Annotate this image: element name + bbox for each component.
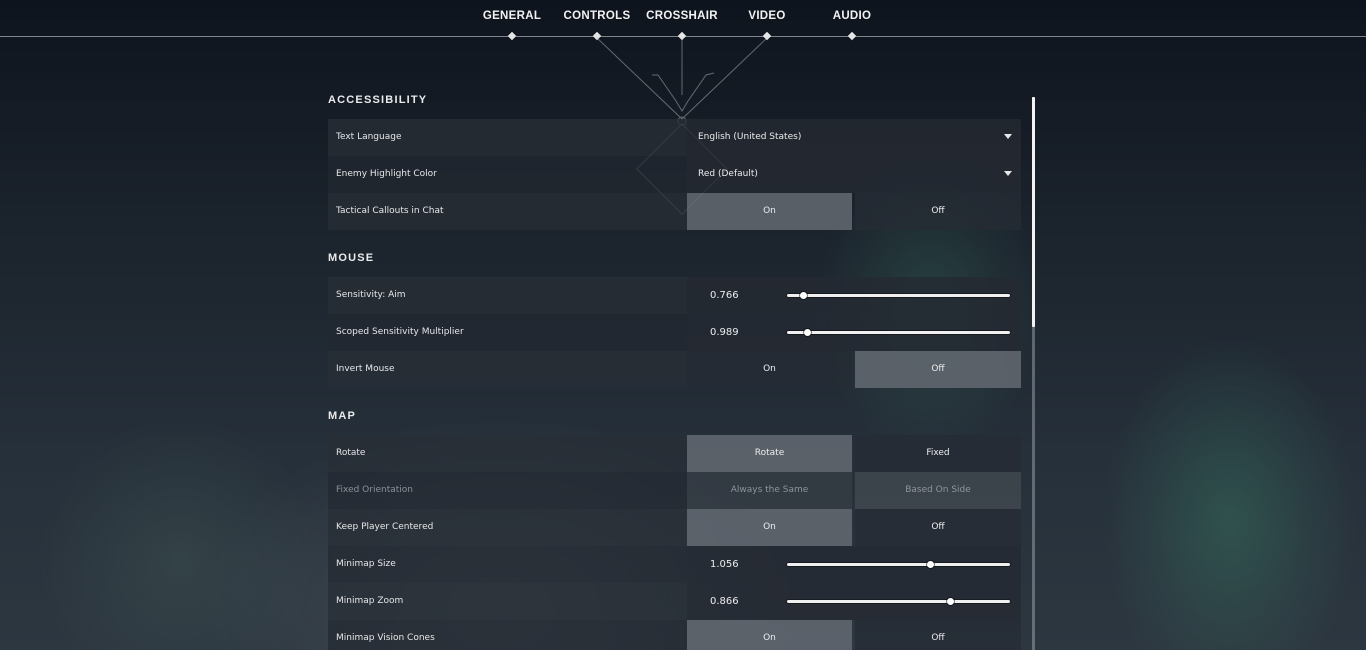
setting-label: Invert Mouse xyxy=(328,351,687,388)
vision-cones-off-button[interactable]: Off xyxy=(855,620,1021,650)
slider-thumb[interactable] xyxy=(926,561,934,568)
setting-label: Scoped Sensitivity Multiplier xyxy=(328,314,687,351)
dropdown-value: English (United States) xyxy=(698,132,802,142)
dropdown-value: Red (Default) xyxy=(698,169,758,179)
section-title-mouse: MOUSE xyxy=(328,252,375,264)
vision-cones-on-button[interactable]: On xyxy=(687,620,852,650)
keep-centered-on-button[interactable]: On xyxy=(687,509,852,546)
enemy-highlight-dropdown[interactable]: Red (Default) xyxy=(687,156,1021,193)
setting-label: Enemy Highlight Color xyxy=(328,156,687,193)
scoped-sensitivity-slider-control: 0.989 xyxy=(687,314,1021,351)
minimap-size-slider[interactable] xyxy=(787,561,1010,568)
setting-label: Keep Player Centered xyxy=(328,509,687,546)
text-language-dropdown[interactable]: English (United States) xyxy=(687,119,1021,156)
setting-row-enemy-highlight: Enemy Highlight Color Red (Default) xyxy=(328,156,1021,193)
tab-general-label: GENERAL xyxy=(482,10,542,22)
tab-controls-label: CONTROLS xyxy=(563,10,631,22)
settings-panel: ACCESSIBILITY Text Language English (Uni… xyxy=(328,82,1021,650)
setting-row-vision-cones: Minimap Vision Cones On Off xyxy=(328,620,1021,650)
setting-label: Minimap Vision Cones xyxy=(328,620,687,650)
setting-row-minimap-zoom: Minimap Zoom 0.866 xyxy=(328,583,1021,620)
always-the-same-button: Always the Same xyxy=(687,472,852,509)
tab-video-label: VIDEO xyxy=(748,10,786,22)
tab-audio[interactable]: AUDIO xyxy=(797,10,907,41)
based-on-side-button: Based On Side xyxy=(855,472,1021,509)
setting-row-minimap-size: Minimap Size 1.056 xyxy=(328,546,1021,583)
scrollbar-handle[interactable] xyxy=(1032,97,1035,327)
setting-label: Text Language xyxy=(328,119,687,156)
tactical-callouts-on-button[interactable]: On xyxy=(687,193,852,230)
minimap-zoom-slider[interactable] xyxy=(787,598,1010,605)
setting-row-rotate: Rotate Rotate Fixed xyxy=(328,435,1021,472)
setting-label: Tactical Callouts in Chat xyxy=(328,193,687,230)
tactical-callouts-off-button[interactable]: Off xyxy=(855,193,1021,230)
setting-label: Sensitivity: Aim xyxy=(328,277,687,314)
setting-label: Fixed Orientation xyxy=(328,472,687,509)
caret-down-icon xyxy=(1004,171,1012,176)
setting-row-keep-centered: Keep Player Centered On Off xyxy=(328,509,1021,546)
setting-row-tactical-callouts: Tactical Callouts in Chat On Off xyxy=(328,193,1021,230)
scoped-sensitivity-value[interactable]: 0.989 xyxy=(710,314,739,351)
sensitivity-value[interactable]: 0.766 xyxy=(710,277,739,314)
tab-crosshair-label: CROSSHAIR xyxy=(646,10,718,22)
setting-label: Minimap Size xyxy=(328,546,687,583)
minimap-zoom-slider-control: 0.866 xyxy=(687,583,1021,620)
minimap-zoom-value[interactable]: 0.866 xyxy=(710,583,739,620)
caret-down-icon xyxy=(1004,134,1012,139)
invert-mouse-on-button[interactable]: On xyxy=(687,351,852,388)
section-title-map: MAP xyxy=(328,410,357,422)
setting-row-text-language: Text Language English (United States) xyxy=(328,119,1021,156)
sensitivity-slider-control: 0.766 xyxy=(687,277,1021,314)
setting-row-fixed-orientation: Fixed Orientation Always the Same Based … xyxy=(328,472,1021,509)
minimap-size-value[interactable]: 1.056 xyxy=(710,546,739,583)
minimap-size-slider-control: 1.056 xyxy=(687,546,1021,583)
slider-thumb[interactable] xyxy=(799,292,807,299)
section-title-accessibility: ACCESSIBILITY xyxy=(328,94,428,106)
slider-thumb[interactable] xyxy=(946,598,954,605)
scoped-sensitivity-slider[interactable] xyxy=(787,329,1010,336)
settings-tab-bar: GENERAL CONTROLS CROSSHAIR VIDEO AUDIO xyxy=(0,0,1366,41)
map-rotate-button[interactable]: Rotate xyxy=(687,435,852,472)
setting-row-scoped-sensitivity: Scoped Sensitivity Multiplier 0.989 xyxy=(328,314,1021,351)
keep-centered-off-button[interactable]: Off xyxy=(855,509,1021,546)
slider-thumb[interactable] xyxy=(804,329,812,336)
setting-row-invert-mouse: Invert Mouse On Off xyxy=(328,351,1021,388)
setting-label: Minimap Zoom xyxy=(328,583,687,620)
setting-label: Rotate xyxy=(328,435,687,472)
settings-scrollbar[interactable] xyxy=(1032,97,1035,650)
map-fixed-button[interactable]: Fixed xyxy=(855,435,1021,472)
tab-audio-label: AUDIO xyxy=(832,10,872,22)
setting-row-sensitivity: Sensitivity: Aim 0.766 xyxy=(328,277,1021,314)
invert-mouse-off-button[interactable]: Off xyxy=(855,351,1021,388)
sensitivity-slider[interactable] xyxy=(787,292,1010,299)
